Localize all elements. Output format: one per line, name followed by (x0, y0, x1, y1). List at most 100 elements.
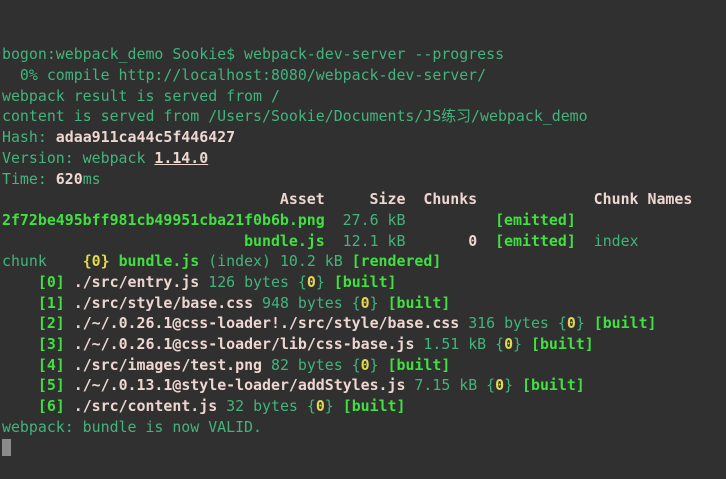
terminal-text-segment: [emitted] (495, 211, 576, 229)
terminal-text-segment: 27.6 kB (325, 211, 495, 229)
terminal-text-segment: bogon:webpack_demo Sookie$ webpack-dev-s… (2, 45, 504, 63)
terminal-line-10: chunk {0} bundle.js (index) 10.2 kB [ren… (2, 251, 726, 272)
terminal-text-segment: bundle.js (244, 232, 325, 250)
terminal-text-segment: ./src/images/test.png (74, 356, 262, 374)
terminal-cursor (2, 439, 11, 456)
terminal-line-13: [2] ./~/.0.26.1@css-loader!./src/style/b… (2, 313, 726, 334)
terminal-line-3: content is served from /Users/Sookie/Doc… (2, 106, 726, 127)
terminal-text-segment: ./src/content.js (74, 397, 217, 415)
terminal-text-segment: [built] (594, 314, 657, 332)
terminal-text-segment: [3] (38, 335, 65, 353)
terminal-text-segment: [2] (38, 314, 65, 332)
terminal-line-14: [3] ./~/.0.26.1@css-loader/lib/css-base.… (2, 334, 726, 355)
terminal-text-segment: ./src/entry.js (74, 273, 200, 291)
terminal-line-2: webpack result is served from / (2, 86, 726, 107)
terminal-text-segment (65, 294, 74, 312)
terminal-text-segment: 0 (567, 314, 576, 332)
terminal-text-segment (2, 397, 38, 415)
terminal-text-segment (2, 273, 38, 291)
terminal-text-segment: ./~/.0.26.1@css-loader/lib/css-base.js (74, 335, 415, 353)
terminal-text-segment: 316 bytes { (459, 314, 567, 332)
terminal-text-segment (477, 232, 495, 250)
terminal-text-segment: content is served from /Users/Sookie/Doc… (2, 107, 588, 125)
terminal-text-segment: adaa911ca44c5f446427 (56, 128, 235, 146)
terminal-text-segment: 0 (307, 273, 316, 291)
terminal-text-segment: } (576, 314, 594, 332)
terminal-line-8: 2f72be495bff981cb49951cba21f0b6b.png 27.… (2, 210, 726, 231)
terminal-text-segment: [built] (388, 294, 451, 312)
terminal-text-segment: [built] (522, 376, 585, 394)
terminal-text-segment: 82 bytes { (262, 356, 361, 374)
terminal-text-segment: 12.1 kB (325, 232, 468, 250)
terminal-line-11: [0] ./src/entry.js 126 bytes {0} [built] (2, 272, 726, 293)
terminal-text-segment: 1.51 kB { (414, 335, 504, 353)
terminal-text-segment (65, 335, 74, 353)
terminal-text-segment: } (504, 376, 522, 394)
terminal-text-segment: [built] (531, 335, 594, 353)
terminal-text-segment (2, 376, 38, 394)
terminal-text-segment (2, 294, 38, 312)
terminal-text-segment: bundle.js (119, 252, 200, 270)
terminal-text-segment (65, 397, 74, 415)
terminal-text-segment: [6] (38, 397, 65, 415)
terminal-text-segment: 0 (495, 376, 504, 394)
terminal-text-segment: [built] (343, 397, 406, 415)
terminal-line-18: webpack: bundle is now VALID. (2, 417, 726, 438)
terminal-text-segment: } (316, 273, 334, 291)
terminal-text-segment: } (325, 397, 343, 415)
terminal-line-16: [5] ./~/.0.13.1@style-loader/addStyles.j… (2, 375, 726, 396)
terminal-text-segment: 0 (316, 397, 325, 415)
terminal-text-segment: 0 (468, 232, 477, 250)
terminal-text-segment (65, 376, 74, 394)
terminal-window[interactable]: bogon:webpack_demo Sookie$ webpack-dev-s… (0, 0, 726, 417)
terminal-line-0: bogon:webpack_demo Sookie$ webpack-dev-s… (2, 44, 726, 65)
terminal-text-segment: [built] (388, 356, 451, 374)
terminal-text-segment: [5] (38, 376, 65, 394)
terminal-line-12: [1] ./src/style/base.css 948 bytes {0} [… (2, 293, 726, 314)
terminal-line-4: Hash: adaa911ca44c5f446427 (2, 127, 726, 148)
terminal-text-segment: 0 (361, 294, 370, 312)
terminal-line-1: 0% compile http://localhost:8080/webpack… (2, 65, 726, 86)
terminal-text-segment: ./src/style/base.css (74, 294, 253, 312)
terminal-text-segment: Time: (2, 170, 56, 188)
terminal-text-segment: [built] (334, 273, 397, 291)
terminal-text-segment: 32 bytes { (217, 397, 316, 415)
terminal-text-segment (2, 232, 244, 250)
terminal-line-5: Version: webpack 1.14.0 (2, 148, 726, 169)
terminal-text-segment: 7.15 kB { (405, 376, 495, 394)
terminal-line-6: Time: 620ms (2, 169, 726, 190)
terminal-text-segment (2, 356, 38, 374)
terminal-text-segment: 0 (504, 335, 513, 353)
terminal-line-17: [6] ./src/content.js 32 bytes {0} [built… (2, 396, 726, 417)
terminal-text-segment: {0} (83, 252, 110, 270)
terminal-line-15: [4] ./src/images/test.png 82 bytes {0} [… (2, 355, 726, 376)
terminal-text-segment: ./~/.0.13.1@style-loader/addStyles.js (74, 376, 406, 394)
terminal-text-segment: Hash: (2, 128, 56, 146)
terminal-output: bogon:webpack_demo Sookie$ webpack-dev-s… (2, 44, 726, 458)
terminal-text-segment (65, 273, 74, 291)
terminal-text-segment: 126 bytes { (199, 273, 307, 291)
terminal-line-19 (2, 437, 726, 458)
terminal-text-segment: Asset Size Chunks Chunk Names (2, 190, 692, 208)
terminal-text-segment: [1] (38, 294, 65, 312)
terminal-line-9: bundle.js 12.1 kB 0 [emitted] index (2, 231, 726, 252)
terminal-text-segment: 0 (361, 356, 370, 374)
terminal-text-segment: Version: webpack (2, 149, 154, 167)
terminal-text-segment: } (370, 294, 388, 312)
terminal-text-segment (110, 252, 119, 270)
terminal-text-segment: 1.14.0 (154, 149, 208, 167)
terminal-text-segment: 948 bytes { (253, 294, 361, 312)
terminal-text-segment: webpack result is served from / (2, 87, 280, 105)
terminal-text-segment (65, 314, 74, 332)
terminal-text-segment: [rendered] (352, 252, 442, 270)
terminal-text-segment: [emitted] (495, 232, 576, 250)
terminal-text-segment: index (576, 232, 639, 250)
terminal-text-segment: } (370, 356, 388, 374)
terminal-text-segment: 0% compile http://localhost:8080/webpack… (2, 66, 486, 84)
terminal-text-segment: (index) 10.2 kB (199, 252, 351, 270)
terminal-text-segment: webpack: bundle is now VALID. (2, 418, 262, 436)
terminal-text-segment: } (513, 335, 531, 353)
terminal-text-segment (2, 314, 38, 332)
terminal-text-segment: 2f72be495bff981cb49951cba21f0b6b.png (2, 211, 325, 229)
terminal-line-7: Asset Size Chunks Chunk Names (2, 189, 726, 210)
